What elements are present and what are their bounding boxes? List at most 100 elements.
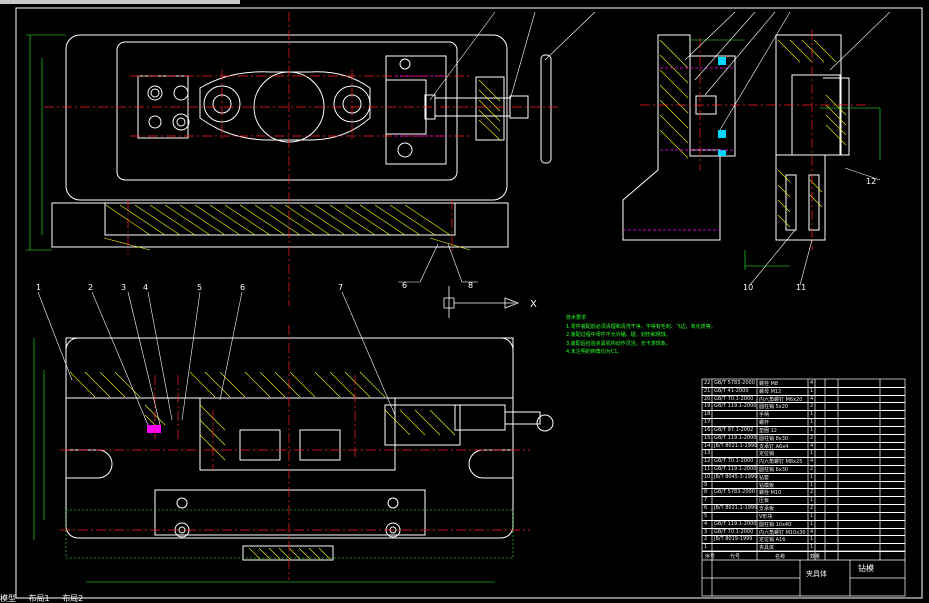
- row-code: GB/T 119.1-2000: [714, 403, 757, 410]
- row-qty: 1: [810, 520, 814, 527]
- tab-model[interactable]: 模型: [0, 594, 16, 603]
- header-qty: 数量: [810, 554, 821, 560]
- header-no: 序号: [705, 554, 716, 560]
- row-qty: 1: [810, 544, 814, 551]
- row-no: 18: [704, 411, 711, 418]
- balloon-3: 3: [121, 283, 126, 292]
- row-no: 17: [704, 419, 711, 426]
- row-qty: 4: [810, 442, 814, 449]
- note-line: 4.未注明的倒角均为C1。: [566, 349, 623, 355]
- notes-heading: 技术要求: [566, 315, 587, 321]
- balloon-10: 10: [743, 283, 753, 292]
- row-code: GB/T 70.1-2000: [714, 528, 754, 535]
- row-no: 20: [704, 395, 711, 402]
- row-name: 夹具体: [759, 545, 775, 552]
- row-qty: 2: [810, 505, 814, 512]
- row-qty: 2: [810, 403, 814, 410]
- row-code: GB/T 5783-2000: [714, 489, 755, 496]
- row-code: JB/T 8019-1999: [714, 536, 753, 543]
- row-qty: 1: [810, 426, 814, 433]
- note-line: 2.装配过程中零件不允许磕、碰、划伤和锈蚀。: [566, 332, 671, 338]
- row-no: 6: [704, 505, 708, 512]
- row-qty: 1: [810, 387, 814, 394]
- row-no: 11: [704, 466, 711, 472]
- row-no: 13: [704, 450, 711, 457]
- balloon-1: 1: [36, 283, 41, 292]
- row-no: 1: [704, 544, 708, 551]
- row-code: GB/T 70.1-2000: [714, 458, 754, 465]
- row-no: 16: [704, 426, 711, 433]
- tab-layout1[interactable]: 布局1: [29, 594, 50, 603]
- balloon-2: 2: [88, 283, 93, 292]
- axis-x-label: X: [530, 299, 537, 310]
- title-block-drawing-name: 钻模: [858, 564, 874, 573]
- row-no: 3: [704, 528, 708, 535]
- row-no: 4: [704, 520, 708, 527]
- row-no: 9: [704, 481, 708, 488]
- balloon-12: 12: [866, 177, 876, 186]
- technical-notes: 技术要求 1.零件装配前必须清理和清洗干净，不得有毛刺、飞边、氧化皮等。 2.装…: [566, 314, 716, 357]
- balloon-6: 6: [240, 283, 245, 292]
- front-view: [65, 337, 554, 561]
- row-no: 15: [704, 434, 711, 441]
- side-view-leaders: [684, 11, 891, 286]
- balloon-8-top: 8: [468, 281, 473, 290]
- front-view-leaders: [37, 291, 396, 426]
- front-view-hatch: [69, 371, 456, 560]
- balloon-6-top: 6: [402, 281, 407, 290]
- row-no: 5: [704, 512, 708, 519]
- row-code: GB/T 97.1-2002: [714, 426, 754, 433]
- row-code: JB/T 8021.1-1999: [714, 505, 758, 512]
- row-qty: 1: [810, 481, 814, 488]
- title-block-part-name: 夹具体: [806, 570, 827, 578]
- top-view-hidden: [395, 75, 446, 137]
- row-code: JB/T 8045.3-1999: [714, 473, 758, 480]
- row-code: GB/T 41-2000: [714, 387, 749, 394]
- row-no: 8: [704, 489, 708, 496]
- top-view: [51, 34, 552, 248]
- balloon-4: 4: [143, 283, 148, 292]
- parts-list-row: 1 夹具体 1: [702, 543, 905, 552]
- header-code: 代号: [730, 554, 741, 560]
- balloon-7: 7: [338, 283, 343, 292]
- row-qty: 1: [810, 536, 814, 543]
- balloon-11: 11: [796, 283, 806, 292]
- header-name: 名称: [775, 554, 786, 560]
- row-code: GB/T 119.1-2000: [714, 466, 757, 472]
- parts-list: 22 GB/T 5783-2000 螺栓 M8 4 21 GB/T 41-2000 螺母 M…: [702, 379, 905, 596]
- row-no: 19: [704, 403, 711, 410]
- row-qty: 1: [810, 450, 814, 457]
- parts-list-header: 序号 代号 名称 数量: [705, 552, 905, 560]
- row-qty: 1: [810, 419, 814, 426]
- row-qty: 1: [810, 411, 814, 418]
- row-no: 10: [704, 473, 711, 480]
- top-view-centerlines: [44, 12, 560, 306]
- row-qty: 1: [810, 512, 814, 519]
- axis-marker: [443, 286, 520, 318]
- row-qty: 4: [810, 458, 814, 465]
- row-qty: 2: [810, 434, 814, 441]
- row-no: 14: [704, 442, 711, 449]
- note-line: 3.装配后检验夹紧机构动作灵活，无卡滞现象。: [566, 340, 671, 347]
- row-no: 21: [704, 387, 711, 394]
- row-code: GB/T 119.1-2000: [714, 434, 757, 441]
- front-view-centerlines: [60, 325, 530, 580]
- row-qty: 1: [810, 497, 814, 504]
- row-qty: 4: [810, 395, 814, 402]
- row-no: 7: [704, 497, 708, 504]
- row-code: JB/T 8021.1-1999: [714, 442, 758, 449]
- row-no: 2: [704, 536, 708, 543]
- front-view-magenta: [147, 425, 161, 433]
- balloon-5: 5: [197, 283, 202, 292]
- side-view: [622, 34, 850, 241]
- top-view-dimensions: [26, 34, 66, 251]
- side-view-centerlines: [640, 30, 870, 250]
- top-view-hatch: [103, 79, 501, 251]
- row-no: 12: [704, 458, 711, 465]
- top-view-leaders: [398, 11, 596, 283]
- row-qty: 4: [810, 380, 814, 386]
- row-code: GB/T 119.1-2000: [714, 520, 757, 527]
- layout-tabs: 模型 布局1 布局2: [0, 594, 240, 603]
- row-code: GB/T 5783-2000: [714, 380, 755, 386]
- tab-layout2[interactable]: 布局2: [62, 594, 83, 603]
